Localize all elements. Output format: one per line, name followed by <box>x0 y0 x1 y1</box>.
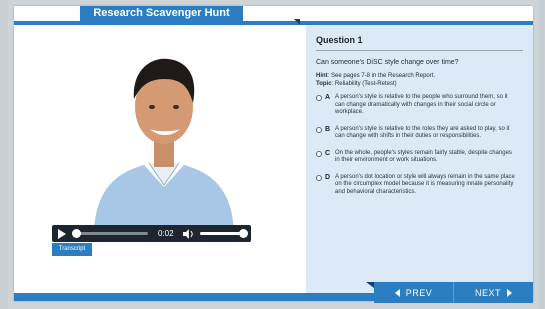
course-player: Research Scavenger Hunt 0:02 Transcript … <box>14 6 533 301</box>
radio-button[interactable] <box>316 174 322 181</box>
topic-label: Topic <box>316 81 332 87</box>
option-c[interactable]: C On the whole, people's styles remain f… <box>316 150 523 165</box>
volume-slider[interactable] <box>200 229 249 238</box>
prev-button[interactable]: PREV <box>374 282 454 303</box>
play-icon[interactable] <box>58 228 66 239</box>
question-pane: Question 1 Can someone's DiSC style chan… <box>306 25 533 293</box>
prev-label: PREV <box>405 287 433 298</box>
arrow-left-icon <box>394 288 400 297</box>
question-text: Can someone's DiSC style change over tim… <box>316 59 459 66</box>
next-button[interactable]: NEXT <box>454 282 533 303</box>
nav-notch <box>366 282 374 288</box>
radio-button[interactable] <box>316 95 322 101</box>
option-letter: B <box>325 125 331 133</box>
topic-text: : Reliability (Test-Retest) <box>331 81 397 87</box>
option-a[interactable]: A A person's style is relative to the pe… <box>316 94 523 117</box>
volume-icon[interactable] <box>182 228 195 239</box>
transcript-button[interactable]: Transcript <box>52 243 92 256</box>
seek-handle[interactable] <box>72 229 81 238</box>
video-pane: 0:02 Transcript <box>14 25 306 293</box>
time-readout: 0:02 <box>157 229 174 238</box>
option-letter: A <box>325 94 331 101</box>
presenter-image <box>94 58 234 237</box>
option-text: A person's dot location or style will al… <box>335 173 515 195</box>
hint-label: Hint <box>316 73 328 79</box>
option-b[interactable]: B A person's style is relative to the ro… <box>316 126 523 141</box>
option-text: On the whole, people's styles remain fai… <box>335 149 512 164</box>
option-text: A person's style is relative to the role… <box>335 125 510 140</box>
next-label: NEXT <box>474 287 501 298</box>
question-title: Question 1 <box>316 35 523 51</box>
radio-button[interactable] <box>316 150 322 157</box>
answer-options: A A person's style is relative to the pe… <box>316 94 523 196</box>
seek-slider[interactable] <box>72 229 148 238</box>
option-d[interactable]: D A person's dot location or style will … <box>316 174 523 197</box>
option-letter: C <box>325 149 331 157</box>
radio-button[interactable] <box>316 126 322 133</box>
video-controls: 0:02 <box>52 225 251 242</box>
arrow-right-icon <box>507 288 512 297</box>
navigation-bar: PREV NEXT <box>374 282 533 303</box>
option-text: A person's style is relative to the peop… <box>335 94 508 115</box>
volume-handle[interactable] <box>239 229 249 238</box>
app-title: Research Scavenger Hunt <box>80 6 243 21</box>
hint-text: : See pages 7-8 in the Research Report. <box>327 73 436 79</box>
option-letter: D <box>325 173 331 181</box>
hint-block: Hint: See pages 7-8 in the Research Repo… <box>316 72 523 88</box>
